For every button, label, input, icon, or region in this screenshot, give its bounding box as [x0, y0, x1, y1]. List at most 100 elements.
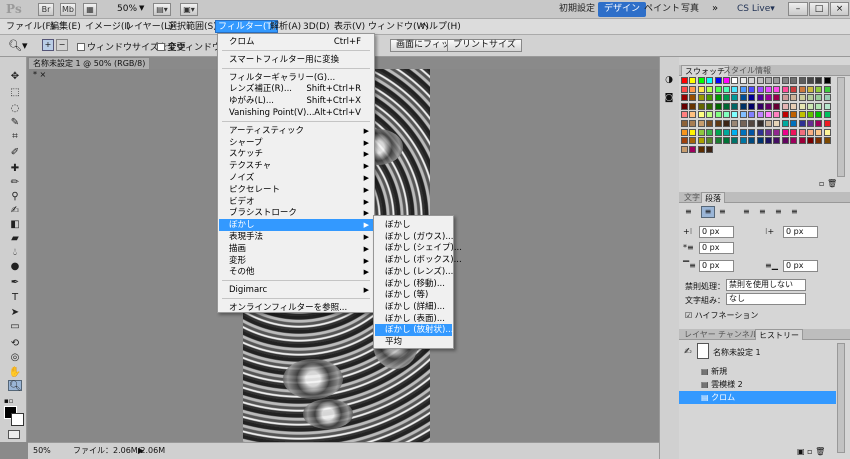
color-swatch[interactable] — [823, 137, 831, 145]
color-swatch[interactable] — [689, 137, 697, 145]
color-swatch[interactable] — [739, 85, 747, 93]
color-swatch[interactable] — [689, 85, 697, 93]
color-swatch[interactable] — [714, 77, 722, 84]
more-workspaces-icon[interactable]: » — [712, 3, 718, 14]
color-panel-icon[interactable]: ◑ — [663, 75, 675, 87]
color-swatch[interactable] — [790, 120, 798, 127]
guides-icon[interactable]: ▦ — [83, 3, 97, 16]
color-swatch[interactable] — [714, 85, 722, 93]
print-size-button[interactable]: プリントサイズ — [447, 39, 522, 52]
status-zoom[interactable]: 50% — [33, 443, 53, 458]
color-swatch[interactable] — [731, 94, 739, 102]
tab-layers[interactable]: レイヤー — [681, 329, 719, 340]
color-swatch[interactable] — [815, 85, 823, 93]
color-swatch[interactable] — [739, 120, 747, 127]
color-swatch[interactable] — [773, 137, 781, 145]
color-swatch[interactable] — [706, 102, 714, 110]
mojikumi-select[interactable]: なし — [726, 293, 806, 305]
color-swatch[interactable] — [773, 111, 781, 119]
color-swatch[interactable] — [765, 94, 772, 102]
color-swatch[interactable] — [748, 94, 756, 102]
color-swatch[interactable] — [689, 77, 697, 84]
color-swatch[interactable] — [823, 77, 831, 84]
blur-submenu-item[interactable]: ぼかし (シェイプ)... — [375, 242, 462, 254]
hyphenation-checkbox[interactable]: ☑ ハイフネーション — [685, 310, 758, 321]
blur-submenu-item[interactable]: ぼかし (ボックス)... — [375, 254, 462, 266]
document-tab[interactable]: 名称未設定 1 @ 50% (RGB/8) * × — [28, 57, 150, 79]
eyedropper-tool-icon[interactable]: ✐ — [8, 147, 22, 158]
color-swatch[interactable] — [798, 102, 806, 110]
color-swatch[interactable] — [714, 111, 722, 119]
blur-submenu-item[interactable]: ぼかし (等) — [375, 289, 452, 301]
space-after-field[interactable]: 0 px — [783, 260, 818, 272]
color-swatch[interactable] — [807, 128, 814, 136]
color-swatch[interactable] — [697, 85, 705, 93]
color-swatch[interactable] — [714, 128, 722, 136]
filter-menu-item[interactable]: Digimarc ▶ — [219, 284, 373, 296]
color-swatch[interactable] — [815, 77, 823, 84]
color-swatch[interactable] — [807, 137, 814, 145]
color-swatch[interactable] — [723, 77, 730, 84]
marquee-tool-icon[interactable]: ⬚ — [8, 87, 22, 98]
filter-menu-item[interactable]: 描画 ▶ — [219, 243, 373, 255]
color-swatch[interactable] — [807, 85, 814, 93]
color-swatch[interactable] — [739, 102, 747, 110]
eraser-tool-icon[interactable]: ◧ — [8, 219, 22, 230]
color-swatch[interactable] — [748, 128, 756, 136]
color-swatch[interactable] — [815, 94, 823, 102]
filter-menu-item[interactable]: ビデオ ▶ — [219, 196, 373, 208]
filter-menu-item[interactable]: フィルターギャラリー(G)... — [219, 72, 373, 84]
color-swatch[interactable] — [723, 102, 730, 110]
color-swatch[interactable] — [681, 128, 688, 136]
justify-all-icon[interactable]: ≡ — [791, 207, 798, 216]
arrange-documents-button[interactable]: ▤▾ — [153, 3, 171, 16]
align-right-icon[interactable]: ≡ — [719, 207, 726, 216]
clone-stamp-tool-icon[interactable]: ⚲ — [8, 191, 22, 202]
color-swatch[interactable] — [697, 111, 705, 119]
color-swatch[interactable] — [756, 137, 764, 145]
filter-menu-item[interactable]: スケッチ ▶ — [219, 148, 373, 160]
color-swatch[interactable] — [714, 102, 722, 110]
blur-submenu-item[interactable]: ぼかし — [375, 219, 452, 231]
path-select-tool-icon[interactable]: ➤ — [8, 307, 22, 318]
color-swatch[interactable] — [748, 85, 756, 93]
color-swatch[interactable] — [748, 111, 756, 119]
color-swatch[interactable] — [798, 85, 806, 93]
filter-menu-item[interactable]: ブラシストローク ▶ — [219, 207, 373, 219]
filter-menu-item[interactable]: アーティスティック ▶ — [219, 125, 373, 137]
color-swatch[interactable] — [697, 145, 705, 153]
color-swatch[interactable] — [798, 77, 806, 84]
color-swatch[interactable] — [790, 102, 798, 110]
color-swatch[interactable] — [790, 111, 798, 119]
menu-select[interactable]: 選択範囲(S) — [166, 21, 219, 34]
pen-tool-icon[interactable]: ✒ — [8, 277, 22, 288]
filter-menu-item[interactable]: スマートフィルター用に変換 — [219, 54, 373, 66]
color-swatch[interactable] — [756, 111, 764, 119]
shape-tool-icon[interactable]: ▭ — [8, 321, 22, 332]
color-swatch[interactable] — [697, 137, 705, 145]
history-item[interactable]: ▤ 雲模様 2 — [679, 378, 836, 391]
close-icon[interactable]: × — [830, 2, 849, 16]
color-swatch[interactable] — [689, 145, 697, 153]
color-swatch[interactable] — [706, 137, 714, 145]
color-swatch[interactable] — [781, 128, 789, 136]
color-swatch[interactable] — [748, 102, 756, 110]
blur-submenu-item[interactable]: ぼかし (放射状)... — [375, 324, 453, 337]
color-swatch[interactable] — [706, 77, 714, 84]
kinsoku-select[interactable]: 禁則を使用しない — [726, 279, 806, 291]
color-swatch[interactable] — [765, 102, 772, 110]
color-swatch[interactable] — [781, 137, 789, 145]
color-swatch[interactable] — [798, 128, 806, 136]
zoom-out-icon[interactable]: − — [56, 39, 68, 51]
color-swatch[interactable] — [723, 111, 730, 119]
zoom-tool-icon[interactable]: 🔍︎ — [8, 380, 22, 392]
color-swatch[interactable] — [723, 85, 730, 93]
filter-menu-item[interactable]: 変形 ▶ — [219, 255, 373, 267]
color-swatch[interactable] — [723, 137, 730, 145]
color-swatch[interactable] — [681, 94, 688, 102]
zoom-level[interactable]: 50% — [117, 4, 137, 14]
zoom-in-icon[interactable]: + — [42, 39, 54, 51]
color-swatch[interactable] — [739, 77, 747, 84]
blur-submenu-item[interactable]: 平均 — [375, 336, 452, 348]
filter-menu-item[interactable]: オンラインフィルターを参照... — [219, 302, 373, 314]
